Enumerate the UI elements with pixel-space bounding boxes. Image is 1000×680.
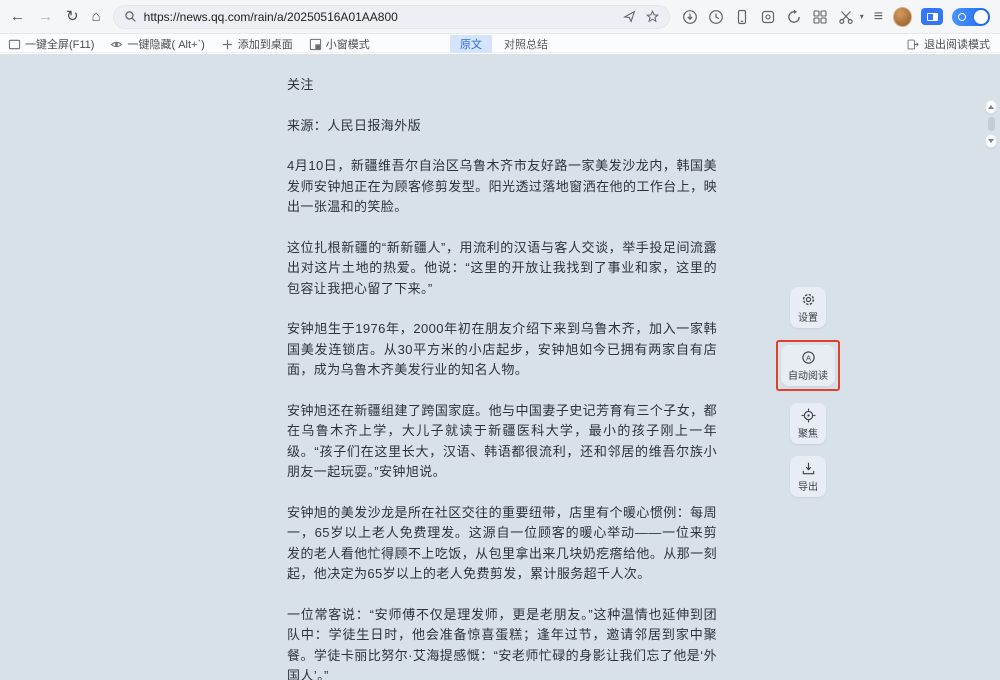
exit-reading-icon — [906, 38, 919, 51]
fullscreen-button[interactable]: 一键全屏(F11) — [8, 36, 94, 52]
exit-reading-button[interactable]: 退出阅读模式 — [906, 35, 990, 53]
toggle-logo-icon — [958, 13, 966, 21]
export-icon — [801, 461, 816, 476]
plus-icon — [221, 38, 234, 51]
export-button[interactable]: 导出 — [790, 456, 826, 497]
article-paragraph: 安钟旭的美发沙龙是所在社区交往的重要纽带，店里有个暖心惯例：每周一，65岁以上老… — [287, 503, 717, 585]
reading-tabs: 原文 对照总结 — [450, 35, 552, 53]
bookmark-star-icon[interactable] — [646, 10, 659, 23]
phone-icon[interactable] — [734, 9, 750, 25]
hide-label: 一键隐藏( Alt+`) — [127, 36, 204, 52]
focus-icon — [801, 408, 816, 423]
network-toggle[interactable] — [952, 8, 990, 26]
article-paragraph: 安钟旭还在新疆组建了跨国家庭。他与中国妻子史记芳育有三个子女，都在乌鲁木齐上学，… — [287, 401, 717, 483]
miniapp-icon[interactable] — [760, 9, 776, 25]
article-paragraph: 关注 — [287, 75, 717, 96]
article-paragraph: 来源：人民日报海外版 — [287, 116, 717, 137]
tab-original[interactable]: 原文 — [450, 35, 492, 53]
gear-icon — [801, 292, 816, 307]
article-paragraph: 这位扎根新疆的“新新疆人”，用流利的汉语与客人交谈，举手投足间流露出对这片土地的… — [287, 238, 717, 300]
svg-text:A: A — [805, 353, 810, 362]
article-paragraph: 一位常客说：“安师傅不仅是理发师，更是老朋友。”这种温情也延伸到团队中：学徒生日… — [287, 605, 717, 680]
tab-compare-summary[interactable]: 对照总结 — [500, 35, 552, 53]
reading-side-panel: 设置 A 自动阅读 — [776, 287, 840, 497]
reading-toolbar: 一键全屏(F11) 一键隐藏( Alt+`) 添加到桌面 — [0, 35, 1000, 53]
refresh-icon[interactable]: ↻ — [66, 9, 79, 24]
menu-icon[interactable]: ≡ — [874, 9, 883, 25]
small-window-button[interactable]: 小窗模式 — [309, 36, 370, 52]
avatar[interactable] — [893, 7, 912, 27]
browser-window: ← → ↻ ⌂ https://news.qq.com/rain/a/20250… — [0, 0, 1000, 680]
small-window-label: 小窗模式 — [326, 36, 370, 52]
download-icon[interactable] — [682, 9, 698, 25]
exit-reading-label: 退出阅读模式 — [924, 36, 990, 52]
back-icon[interactable]: ← — [10, 9, 25, 24]
auto-read-label: 自动阅读 — [788, 367, 828, 382]
annotation-highlight-box: A 自动阅读 — [776, 340, 840, 391]
apps-grid-icon[interactable] — [812, 9, 828, 25]
screenshot-dropdown-icon[interactable]: ▾ — [860, 12, 864, 21]
small-window-icon — [309, 38, 322, 51]
export-label: 导出 — [798, 478, 818, 493]
focus-label: 聚焦 — [798, 425, 818, 440]
search-icon — [124, 10, 137, 23]
scroll-down-button[interactable] — [985, 134, 997, 148]
scroll-up-button[interactable] — [985, 100, 997, 114]
scrollbar — [985, 100, 997, 148]
fullscreen-label: 一键全屏(F11) — [25, 36, 94, 52]
browser-toolbar: ← → ↻ ⌂ https://news.qq.com/rain/a/20250… — [0, 0, 1000, 34]
forward-icon[interactable]: → — [38, 9, 53, 24]
address-bar-actions — [623, 10, 659, 23]
toggle-knob — [974, 10, 988, 24]
scrollbar-thumb[interactable] — [988, 117, 995, 131]
auto-read-icon: A — [801, 350, 816, 365]
url-text: https://news.qq.com/rain/a/20250516A01AA… — [144, 10, 616, 24]
article-paragraph: 安钟旭生于1976年，2000年初在朋友介绍下来到乌鲁木齐，加入一家韩国美发连锁… — [287, 319, 717, 381]
sidebar-badge-icon[interactable] — [921, 8, 943, 25]
reading-content: 关注 来源：人民日报海外版 4月10日，新疆维吾尔自治区乌鲁木齐市友好路一家美发… — [0, 54, 1000, 680]
toolbar-icons: ▾ ≡ — [670, 9, 883, 25]
fullscreen-icon — [8, 38, 21, 51]
share-icon[interactable] — [623, 10, 636, 23]
add-to-desktop-button[interactable]: 添加到桌面 — [221, 36, 293, 52]
one-key-hide-button[interactable]: 一键隐藏( Alt+`) — [110, 36, 204, 52]
screenshot-scissors-icon[interactable] — [838, 9, 854, 25]
eye-icon — [110, 38, 123, 51]
settings-button[interactable]: 设置 — [790, 287, 826, 328]
article-paragraph: 4月10日，新疆维吾尔自治区乌鲁木齐市友好路一家美发沙龙内，韩国美发师安钟旭正在… — [287, 156, 717, 218]
auto-read-button[interactable]: A 自动阅读 — [781, 345, 835, 386]
article-body: 关注 来源：人民日报海外版 4月10日，新疆维吾尔自治区乌鲁木齐市友好路一家美发… — [287, 75, 717, 680]
focus-button[interactable]: 聚焦 — [790, 403, 826, 444]
nav-buttons: ← → ↻ ⌂ — [0, 9, 113, 24]
history-icon[interactable] — [708, 9, 724, 25]
add-desktop-label: 添加到桌面 — [238, 36, 293, 52]
home-icon[interactable]: ⌂ — [92, 9, 101, 24]
address-bar[interactable]: https://news.qq.com/rain/a/20250516A01AA… — [113, 5, 670, 29]
reading-toolbar-left: 一键全屏(F11) 一键隐藏( Alt+`) 添加到桌面 — [8, 35, 370, 53]
settings-label: 设置 — [798, 309, 818, 324]
update-icon[interactable] — [786, 9, 802, 25]
